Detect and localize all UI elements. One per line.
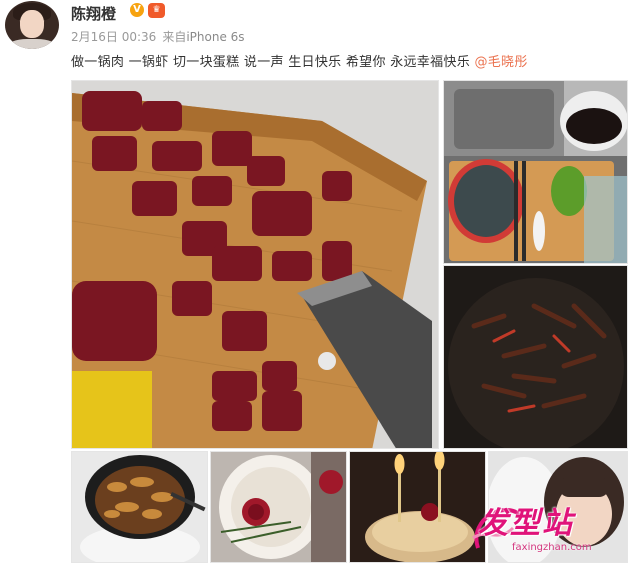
site-watermark: 发型站 faxingzhan.com xyxy=(468,494,628,562)
photo-beef[interactable] xyxy=(71,80,439,449)
source-prefix: 来自 xyxy=(162,30,187,44)
post-text: 做一锅肉 一锅虾 切一块蛋糕 说一声 生日快乐 希望你 永远幸福快乐 @毛晓彤 xyxy=(71,51,528,70)
photo-cooking-pot-image xyxy=(444,266,627,448)
verified-icon: V xyxy=(130,3,144,17)
crown-icon[interactable]: ♛ xyxy=(148,3,165,18)
photo-candles-image xyxy=(350,452,485,562)
post-body: 做一锅肉 一锅虾 切一块蛋糕 说一声 生日快乐 希望你 永远幸福快乐 xyxy=(71,55,475,70)
watermark-url: faxingzhan.com xyxy=(512,542,592,553)
author-avatar[interactable] xyxy=(5,1,59,49)
photo-shrimp-prep[interactable] xyxy=(443,80,628,264)
photo-beef-image xyxy=(72,81,438,448)
post-meta: 2月16日 00:36 来自iPhone 6s xyxy=(71,28,251,45)
photo-cooking-pot[interactable] xyxy=(443,265,628,449)
photo-candles[interactable] xyxy=(349,451,486,563)
photo-shrimp-prep-image xyxy=(444,81,627,263)
post-date[interactable]: 2月16日 00:36 xyxy=(71,30,156,44)
photo-cake-image xyxy=(211,452,346,562)
photo-shrimp-pot-image xyxy=(72,452,207,562)
avatar-face xyxy=(20,10,44,38)
avatar-shirt xyxy=(7,39,57,49)
author-name[interactable]: 陈翔橙 xyxy=(71,3,116,24)
post-device[interactable]: iPhone 6s xyxy=(186,30,244,44)
mention-link[interactable]: @毛晓彤 xyxy=(474,55,527,70)
photo-shrimp-pot[interactable] xyxy=(71,451,208,563)
watermark-logo: 发型站 xyxy=(478,506,574,541)
photo-cake[interactable] xyxy=(210,451,347,563)
